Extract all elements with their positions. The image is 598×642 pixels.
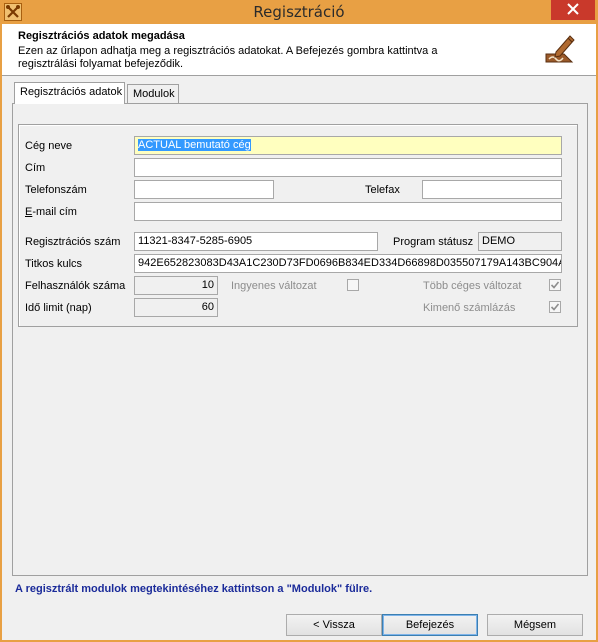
outgoing-invoicing-checkbox[interactable] <box>549 301 561 313</box>
cancel-button[interactable]: Mégsem <box>487 614 583 636</box>
company-name-label: Cég neve <box>25 140 73 152</box>
free-version-label: Ingyenes változat <box>231 280 317 292</box>
phone-label: Telefonszám <box>25 184 87 196</box>
signature-pen-icon <box>542 32 576 66</box>
close-icon <box>567 2 579 18</box>
program-status-label: Program státusz <box>393 236 474 248</box>
address-input[interactable] <box>134 158 562 177</box>
fax-label: Telefax <box>365 184 400 196</box>
fax-input[interactable] <box>422 180 562 199</box>
checkmark-icon <box>550 302 560 312</box>
registration-number-label: Regisztrációs szám <box>25 236 121 248</box>
free-version-checkbox[interactable] <box>347 279 359 291</box>
company-name-value: ACTUAL bemutató cég <box>138 139 251 151</box>
finish-button[interactable]: Befejezés <box>382 614 478 636</box>
dialog-body: Regisztrációs adatok megadása Ezen az űr… <box>2 24 596 640</box>
address-label: Cím <box>25 162 46 174</box>
tab-modules[interactable]: Modulok <box>127 84 179 104</box>
registration-group: Cég neve ACTUAL bemutató cég Cím Telefon… <box>18 124 578 327</box>
close-button[interactable] <box>551 0 595 20</box>
secret-key-label: Titkos kulcs <box>25 258 83 270</box>
title-bar[interactable]: Regisztráció <box>0 0 598 24</box>
modules-hint: A regisztrált modulok megtekintéséhez ka… <box>15 583 373 595</box>
email-label: E-mail cím <box>25 206 77 218</box>
outgoing-invoicing-label: Kimenő számlázás <box>423 302 516 314</box>
tab-registration-data[interactable]: Regisztrációs adatok <box>14 82 125 104</box>
phone-input[interactable] <box>134 180 274 199</box>
email-input[interactable] <box>134 202 562 221</box>
multi-company-label: Több céges változat <box>423 280 522 292</box>
header-title: Regisztrációs adatok megadása <box>18 30 185 42</box>
user-count-value: 10 <box>134 276 218 295</box>
program-status-value: DEMO <box>478 232 562 251</box>
secret-key-input[interactable]: 942E652823083D43A1C230D73FD0696B834ED334… <box>134 254 562 273</box>
multi-company-checkbox[interactable] <box>549 279 561 291</box>
time-limit-value: 60 <box>134 298 218 317</box>
tab-page-registration: Cég neve ACTUAL bemutató cég Cím Telefon… <box>12 103 588 576</box>
back-button[interactable]: < Vissza <box>286 614 382 636</box>
window-title: Regisztráció <box>253 3 345 21</box>
header-panel: Regisztrációs adatok megadása Ezen az űr… <box>2 24 596 76</box>
time-limit-label: Idő limit (nap) <box>25 302 92 314</box>
header-description: Ezen az űrlapon adhatja meg a regisztrác… <box>18 45 438 70</box>
registration-window: Regisztráció Regisztrációs adatok megadá… <box>0 0 598 642</box>
checkmark-icon <box>550 280 560 290</box>
user-count-label: Felhasználók száma <box>25 280 126 292</box>
email-label-text: -mail cím <box>32 206 77 218</box>
company-name-input[interactable]: ACTUAL bemutató cég <box>134 136 562 155</box>
registration-number-input[interactable]: 11321-8347-5285-6905 <box>134 232 378 251</box>
